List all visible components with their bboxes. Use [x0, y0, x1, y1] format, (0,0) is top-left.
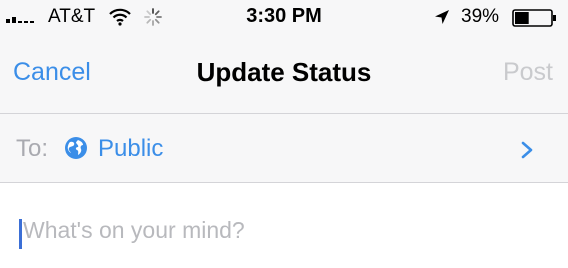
status-input-placeholder[interactable]: What's on your mind?	[23, 217, 245, 244]
header-area: AT&T 3:30 PM 39% Cancel Update Status Po…	[0, 0, 568, 114]
page-title: Update Status	[196, 57, 372, 87]
audience-to-label: To:	[16, 135, 49, 162]
navigation-bar: Cancel Update Status Post	[0, 50, 568, 96]
status-bar: AT&T 3:30 PM 39%	[0, 0, 568, 36]
text-caret	[19, 219, 22, 249]
location-arrow-icon	[435, 10, 449, 24]
battery-icon	[512, 9, 556, 27]
battery-percent: 39%	[461, 6, 500, 27]
post-button[interactable]: Post	[503, 58, 553, 87]
globe-icon	[65, 137, 87, 159]
audience-value: Public	[98, 135, 164, 162]
battery-fill	[515, 12, 529, 24]
audience-selector[interactable]: To: Public	[0, 114, 568, 183]
chevron-right-icon	[521, 141, 533, 159]
status-composer[interactable]: What's on your mind?	[0, 183, 568, 268]
